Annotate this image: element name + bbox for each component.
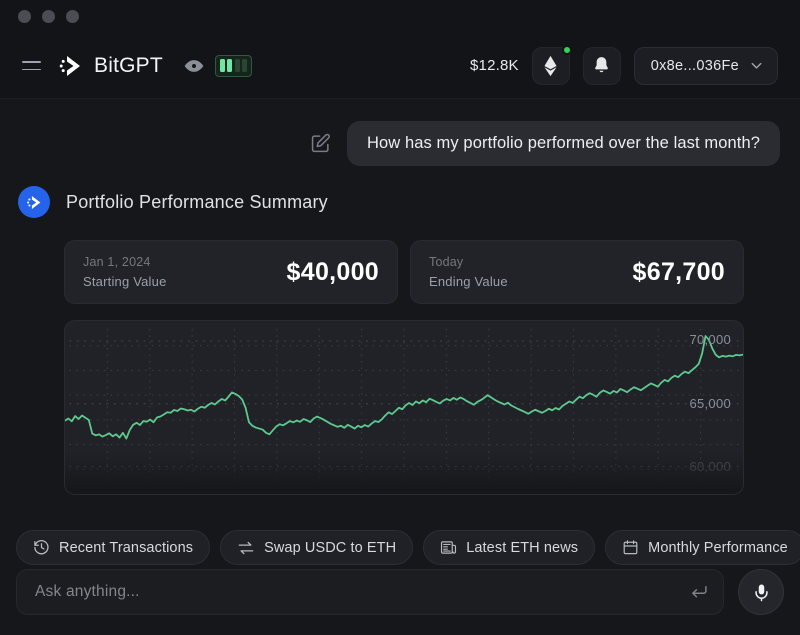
composer [0,565,800,635]
clock-history-icon [33,539,50,556]
starting-label: Starting Value [83,274,167,289]
y-axis-label-0: 70,000 [689,332,731,347]
news-article-icon [440,539,457,556]
user-message-row: How has my portfolio performed over the … [0,99,800,166]
search-input[interactable] [35,583,689,601]
chip-label: Swap USDC to ETH [264,540,396,556]
chip-recent-transactions[interactable]: Recent Transactions [16,530,210,565]
performance-chart: 70,000 65,000 60,000 [64,320,744,495]
app-header: BitGPT $12.8K [0,33,800,99]
notifications-button[interactable] [583,47,621,85]
eye-icon[interactable] [183,55,205,77]
bitgpt-logo-icon [26,194,43,211]
window-minimize-dot[interactable] [42,10,55,23]
summary-cards: Jan 1, 2024 Starting Value $40,000 Today… [64,240,800,304]
y-axis-label-1: 65,000 [689,396,731,411]
assistant-message: Portfolio Performance Summary Jan 1, 202… [0,166,800,495]
chip-latest-eth-news[interactable]: Latest ETH news [423,530,595,565]
brand-name: BitGPT [94,54,163,78]
bitgpt-logo-icon [58,53,84,79]
wallet-address-label: 0x8e...036Fe [651,58,739,74]
window-close-dot[interactable] [18,10,31,23]
user-message-bubble: How has my portfolio performed over the … [347,121,780,166]
ethereum-icon-button[interactable] [532,47,570,85]
avatar [18,186,50,218]
chip-label: Recent Transactions [59,540,193,556]
ending-label: Ending Value [429,274,508,289]
composer-input-wrapper[interactable] [16,569,724,615]
starting-value: $40,000 [287,258,379,287]
y-axis-label-2: 60,000 [689,459,731,474]
balance-amount: $12.8K [470,57,519,74]
signal-strength-icon [215,55,253,77]
chip-label: Monthly Performance [648,540,788,556]
microphone-button[interactable] [738,569,784,615]
window-titlebar [0,0,800,33]
chip-swap-usdc-eth[interactable]: Swap USDC to ETH [220,530,413,565]
window-maximize-dot[interactable] [66,10,79,23]
starting-value-card: Jan 1, 2024 Starting Value $40,000 [64,240,398,304]
ending-value: $67,700 [633,258,725,287]
status-dot [562,45,572,55]
edit-pencil-icon[interactable] [310,133,331,154]
swap-arrows-icon [237,539,255,557]
chip-label: Latest ETH news [466,540,578,556]
app-window: BitGPT $12.8K [0,0,800,635]
chip-monthly-performance[interactable]: Monthly Performance [605,530,800,565]
conversation-area: How has my portfolio performed over the … [0,99,800,635]
assistant-header: Portfolio Performance Summary [18,186,800,218]
ethereum-icon [543,55,558,77]
chart-canvas [65,321,743,494]
bell-icon [593,56,610,75]
wallet-address-dropdown[interactable]: 0x8e...036Fe [634,47,778,85]
enter-arrow-icon[interactable] [689,582,709,602]
chevron-down-icon [749,58,764,73]
calendar-icon [622,539,639,556]
hamburger-icon[interactable] [16,51,46,81]
starting-date: Jan 1, 2024 [83,255,167,269]
ending-date: Today [429,255,508,269]
header-right: $12.8K 0x8e...036Fe [470,47,778,85]
suggestion-chips: Recent Transactions Swap USDC to ETH Lat… [0,530,800,565]
page-title: Portfolio Performance Summary [66,192,328,213]
brand: BitGPT [58,53,163,79]
microphone-icon [752,583,771,602]
ending-value-card: Today Ending Value $67,700 [410,240,744,304]
